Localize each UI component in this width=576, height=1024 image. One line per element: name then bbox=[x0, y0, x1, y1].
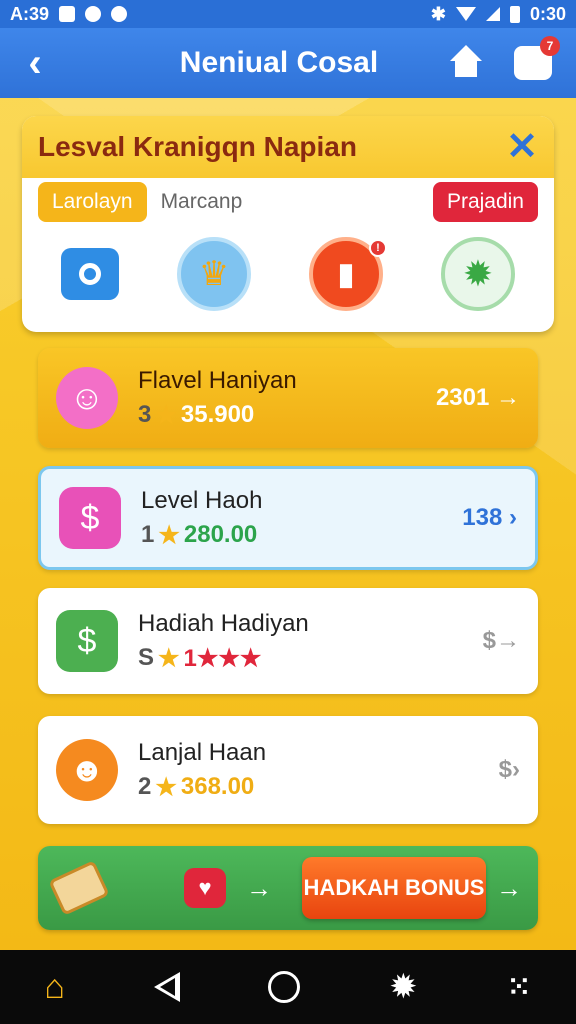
ticket-icon bbox=[48, 860, 110, 916]
lock-icon[interactable]: ▮ ! bbox=[309, 237, 387, 311]
list-item-title: Hadiah Hadiyan bbox=[138, 609, 309, 637]
list-item[interactable]: $ Level Haoh 1 ★ 280.00 138 › bbox=[38, 466, 538, 570]
wifi-icon bbox=[455, 7, 476, 21]
money-box-icon: $ bbox=[56, 610, 118, 672]
arrow-right-icon: → bbox=[496, 872, 522, 903]
list-item-value: 280.00 bbox=[183, 521, 258, 548]
bluetooth-icon: ✱ bbox=[430, 3, 446, 24]
list-item-prefix: S bbox=[138, 644, 155, 671]
list-item-title: Lanjal Haan bbox=[138, 738, 267, 766]
list-item-prefix: 3 bbox=[138, 401, 152, 428]
list-item-value: 35.900 bbox=[180, 401, 255, 428]
pink-creature-icon: ☺ bbox=[56, 367, 118, 429]
star-icon: ★ bbox=[158, 521, 180, 549]
app-bar: ‹ Neniual Cosal 7 bbox=[0, 28, 576, 98]
gear-icon[interactable]: ✹ bbox=[389, 967, 418, 1007]
chat-badge: 7 bbox=[540, 36, 560, 56]
list-item-right: $› bbox=[498, 756, 520, 783]
tab-prajadin[interactable]: Prajadin bbox=[432, 182, 538, 222]
tab-marcanp[interactable]: Marcanp bbox=[147, 182, 257, 222]
chevron-left-icon: ‹ bbox=[28, 40, 42, 85]
list-item[interactable]: ☻ Lanjal Haan 2 ★ 368.00 $› bbox=[38, 716, 538, 824]
icon-row: ♛ ▮ ! ✹ bbox=[22, 224, 554, 324]
status-time-right: 0:30 bbox=[529, 3, 566, 24]
list-item-right: $→ bbox=[482, 627, 520, 654]
battery-icon bbox=[509, 5, 520, 23]
list-item-value: 368.00 bbox=[180, 773, 255, 800]
page-title: Neniual Cosal bbox=[179, 46, 379, 79]
back-triangle-icon[interactable] bbox=[153, 972, 180, 1002]
chat-icon[interactable]: 7 bbox=[514, 36, 560, 80]
home-icon[interactable]: ⌂ bbox=[44, 968, 65, 1007]
card-title: Lesval Kranigqn Napian bbox=[38, 131, 357, 162]
star-icon: ★ bbox=[155, 773, 177, 801]
more-icon[interactable]: ⁙ bbox=[506, 970, 531, 1005]
gallery-icon bbox=[59, 6, 76, 22]
home-icon[interactable] bbox=[448, 45, 484, 81]
status-time-left: A:39 bbox=[10, 3, 50, 24]
tab-larolayn[interactable]: Larolayn bbox=[38, 182, 147, 222]
lock-badge: ! bbox=[369, 239, 387, 257]
list-item[interactable]: ☺ Flavel Haniyan 3 ★ 35.900 2301 → bbox=[38, 348, 538, 448]
tab-bar: Larolayn Marcanp Prajadin bbox=[22, 180, 554, 224]
list-item-title: Flavel Haniyan bbox=[138, 366, 297, 394]
notification-icon bbox=[85, 6, 102, 22]
close-icon[interactable]: ✕ bbox=[506, 128, 538, 166]
star-icon: ★ bbox=[155, 401, 177, 429]
status-bar: A:39 ✱ 0:30 bbox=[0, 0, 576, 28]
signal-icon bbox=[485, 7, 500, 21]
list-item-right: 138 › bbox=[462, 504, 517, 531]
list-item-prefix: 1 bbox=[141, 521, 155, 548]
app-notification-icon bbox=[111, 6, 128, 22]
list-item-prefix: 2 bbox=[138, 773, 152, 800]
card-header: Lesval Kranigqn Napian ✕ bbox=[22, 116, 554, 178]
camera-icon[interactable] bbox=[61, 248, 119, 300]
list-item-value: 1★★★ bbox=[183, 644, 262, 672]
star-icon: ★ bbox=[158, 644, 180, 672]
list-item[interactable]: $ Hadiah Hadiyan S ★ 1★★★ $→ bbox=[38, 588, 538, 694]
back-button[interactable]: ‹ bbox=[0, 28, 70, 98]
list-item-title: Level Haoh bbox=[141, 486, 263, 514]
level-card: Lesval Kranigqn Napian ✕ Larolayn Marcan… bbox=[22, 116, 554, 332]
crown-icon[interactable]: ♛ bbox=[177, 237, 251, 311]
bonus-button[interactable]: HADKAH BONUS bbox=[302, 857, 486, 919]
coin-creature-icon: ☻ bbox=[56, 739, 118, 801]
bonus-bar: ♥ → HADKAH BONUS → bbox=[38, 846, 538, 930]
list-item-right: 2301 → bbox=[435, 384, 520, 411]
gift-box-icon: $ bbox=[59, 487, 121, 549]
gear-icon[interactable]: ✹ bbox=[441, 237, 515, 311]
arrow-right-icon: → bbox=[246, 872, 272, 903]
heart-icon[interactable]: ♥ bbox=[184, 868, 226, 908]
nav-bar: ⌂ ✹ ⁙ bbox=[0, 950, 576, 1024]
home-circle-icon[interactable] bbox=[268, 971, 301, 1003]
